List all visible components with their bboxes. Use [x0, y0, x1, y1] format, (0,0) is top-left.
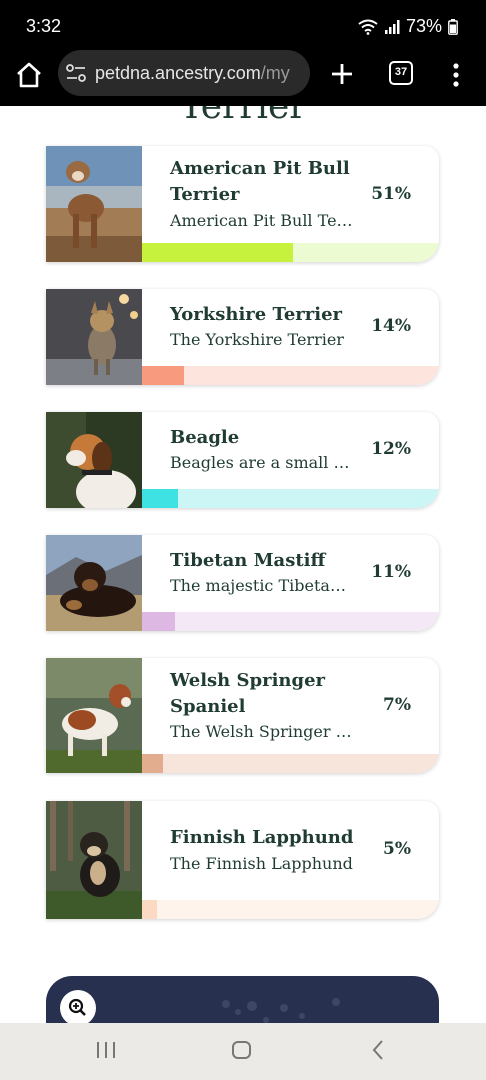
zoom-button[interactable]: [60, 990, 96, 1023]
breed-percent: 14%: [371, 316, 411, 336]
breed-name: Finnish Lapphund: [170, 827, 354, 848]
battery-percent: 73%: [405, 16, 442, 36]
recent-apps-icon[interactable]: [95, 1039, 117, 1061]
progress-fill: [142, 366, 184, 385]
zoom-in-icon: [68, 998, 86, 1016]
breed-card[interactable]: American Pit Bull Terrier American Pit B…: [46, 146, 439, 262]
progress-fill: [142, 900, 157, 919]
breed-description: American Pit Bull Terrier: [170, 211, 354, 230]
site-settings-icon[interactable]: [66, 64, 86, 82]
breed-description: Beagles are a small to medium: [170, 453, 354, 472]
breed-card[interactable]: Yorkshire Terrier The Yorkshire Terrier …: [46, 289, 439, 385]
breed-name: Welsh Springer Spaniel: [170, 670, 326, 717]
wifi-icon: [358, 19, 378, 35]
breed-description: The Yorkshire Terrier: [170, 330, 344, 349]
progress-track: [142, 243, 439, 262]
battery-icon: [448, 18, 458, 35]
breed-card[interactable]: Tibetan Mastiff The majestic Tibetan Mas…: [46, 535, 439, 631]
url-host: petdna.ancestry.com: [95, 63, 261, 83]
breed-card[interactable]: Welsh Springer Spaniel The Welsh Springe…: [46, 658, 439, 773]
home-button-icon[interactable]: [231, 1039, 253, 1061]
progress-track: [142, 754, 439, 773]
tabs-icon[interactable]: 37: [389, 61, 413, 85]
breed-photo: [46, 658, 142, 773]
home-icon[interactable]: [14, 60, 44, 90]
progress-track: [142, 489, 439, 508]
breed-description: The Welsh Springer Spaniel: [170, 722, 354, 741]
signal-icon: [384, 19, 400, 34]
breed-card[interactable]: Finnish Lapphund The Finnish Lapphund 5%: [46, 801, 439, 919]
breed-description: The majestic Tibetan Mastiff: [170, 576, 354, 595]
progress-track: [142, 900, 439, 919]
progress-fill: [142, 612, 175, 631]
status-time: 3:32: [26, 16, 62, 36]
menu-icon[interactable]: [446, 61, 466, 89]
breed-description: The Finnish Lapphund: [170, 854, 353, 873]
status-icons: 73%: [358, 16, 458, 37]
breed-photo: [46, 289, 142, 385]
breed-name: Tibetan Mastiff: [170, 550, 326, 571]
breed-card[interactable]: Beagle Beagles are a small to medium 12%: [46, 412, 439, 508]
url-path: /my: [260, 63, 290, 83]
progress-track: [142, 612, 439, 631]
breed-percent: 11%: [371, 562, 411, 582]
ancestry-map-card[interactable]: [46, 976, 439, 1023]
url-text: petdna.ancestry.com/my: [95, 63, 290, 84]
back-icon[interactable]: [368, 1039, 390, 1061]
breed-name: American Pit Bull Terrier: [170, 158, 350, 205]
breed-photo: [46, 535, 142, 631]
new-tab-icon[interactable]: [328, 60, 356, 88]
progress-fill: [142, 243, 294, 262]
system-nav-bar: [0, 1023, 486, 1080]
breed-name: Beagle: [170, 427, 240, 448]
breed-percent: 7%: [383, 695, 411, 715]
breed-name: Yorkshire Terrier: [170, 304, 343, 325]
breed-percent: 51%: [371, 184, 411, 204]
breed-photo: [46, 801, 142, 919]
map-graphic: [222, 998, 340, 1023]
address-bar[interactable]: petdna.ancestry.com/my: [58, 50, 310, 96]
progress-fill: [142, 489, 178, 508]
progress-track: [142, 366, 439, 385]
breed-photo: [46, 412, 142, 508]
breed-percent: 12%: [371, 439, 411, 459]
breed-photo: [46, 146, 142, 262]
section-title: Terrier: [179, 106, 307, 127]
breed-percent: 5%: [383, 839, 411, 859]
browser-toolbar: petdna.ancestry.com/my 37: [0, 44, 486, 106]
page-content: Terrier American Pit Bull Terrier Americ…: [0, 106, 486, 1023]
progress-fill: [142, 754, 163, 773]
